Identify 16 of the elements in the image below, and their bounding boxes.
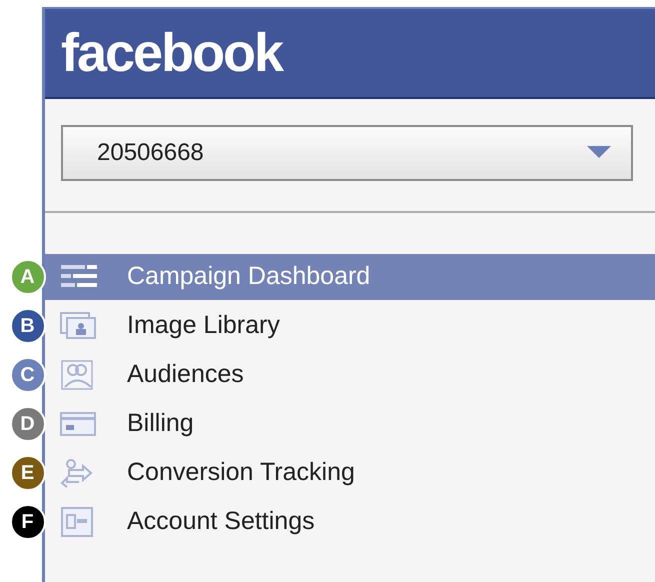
letter-badge: F: [10, 504, 46, 540]
caret-icon: [587, 146, 611, 160]
account-dropdown[interactable]: 20506668: [61, 125, 633, 181]
menu-item[interactable]: Billing: [45, 400, 655, 446]
pictures-icon: [59, 310, 99, 340]
letter-badge: E: [10, 454, 46, 490]
menu-item[interactable]: Image Library: [45, 302, 655, 348]
menu-item[interactable]: Conversion Tracking: [45, 450, 655, 496]
menu-item[interactable]: Account Settings: [45, 498, 655, 544]
letter-badge: C: [10, 356, 46, 392]
letter-badge: A: [10, 258, 46, 294]
letter-badge: D: [10, 406, 46, 442]
logo: facebook: [61, 26, 282, 80]
menu-item[interactable]: Campaign Dashboard: [45, 254, 655, 300]
letter-badge: B: [10, 308, 46, 344]
menu-item[interactable]: Audiences: [45, 352, 655, 398]
